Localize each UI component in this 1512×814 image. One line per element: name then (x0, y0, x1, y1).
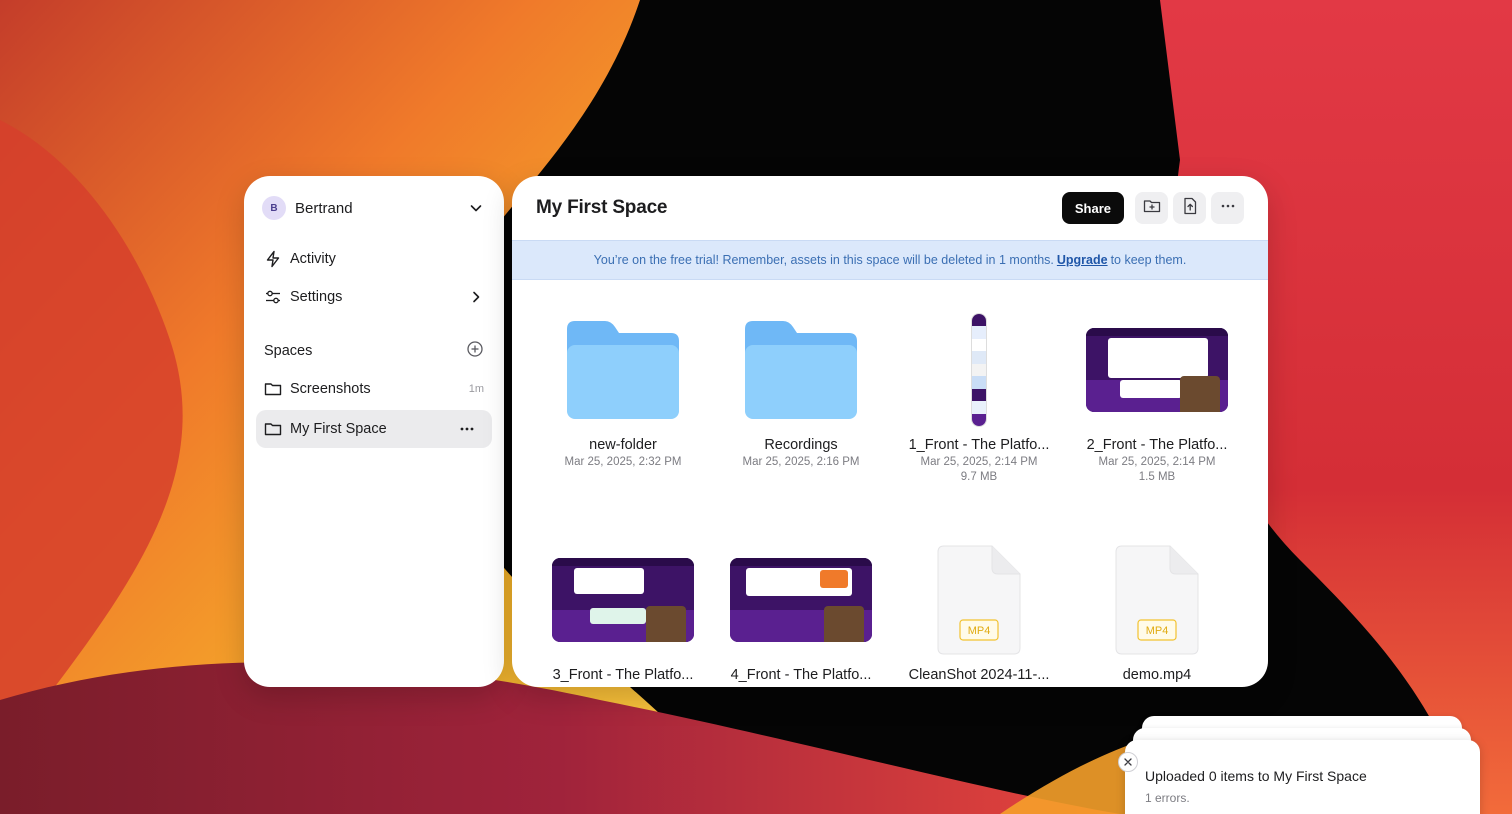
toast-subtitle: 1 errors. (1145, 791, 1190, 805)
asset-date: Mar 25, 2025, 2:14 PM (1098, 456, 1216, 468)
banner-text-end: to keep them. (1110, 253, 1187, 267)
folder-icon (264, 420, 282, 438)
sidebar-item-label: Activity (290, 251, 336, 267)
asset-name: 3_Front - The Platfo... (552, 667, 694, 683)
sidebar-item-my-first-space[interactable]: My First Space (256, 410, 492, 448)
image-thumbnail (716, 540, 886, 660)
asset-date: Mar 25, 2025, 2:16 PM (742, 456, 860, 468)
banner-text: You’re on the free trial! Remember, asse… (593, 253, 1054, 267)
asset-size: 9.7 MB (960, 471, 998, 483)
asset-name: 4_Front - The Platfo... (730, 667, 872, 683)
folder-icon (567, 321, 679, 419)
asset-date: Mar 25, 2025, 2:32 PM (564, 456, 682, 468)
sidebar-item-settings[interactable]: Settings (256, 278, 492, 316)
asset-grid: new-folder Mar 25, 2025, 2:32 PM Recordi… (512, 280, 1268, 687)
sliders-icon (264, 288, 282, 306)
sidebar-item-label: Settings (290, 289, 343, 305)
image-thumbnail (538, 540, 708, 660)
screenshot-preview (552, 558, 694, 642)
sidebar-item-label: My First Space (290, 421, 387, 437)
sidebar-item-label: Screenshots (290, 381, 371, 397)
screenshot-preview (1086, 328, 1228, 412)
asset-tile[interactable]: 4_Front - The Platfo... (716, 540, 886, 683)
folder-icon (745, 321, 857, 419)
share-button[interactable]: Share (1061, 192, 1124, 224)
asset-name: Recordings (764, 437, 838, 453)
sidebar-item-activity[interactable]: Activity (256, 240, 492, 278)
account-name: Bertrand (295, 199, 353, 217)
more-options-button[interactable] (1211, 192, 1244, 224)
account-switcher[interactable]: B Bertrand (256, 188, 492, 228)
free-trial-banner: You’re on the free trial! Remember, asse… (512, 240, 1268, 280)
close-icon (1124, 758, 1132, 766)
chevron-right-icon (468, 289, 484, 305)
more-horizontal-icon[interactable] (458, 420, 476, 438)
screenshot-preview (730, 558, 872, 642)
folder-icon (264, 380, 282, 398)
video-thumbnail: MP4 (1072, 540, 1242, 660)
asset-tile[interactable]: new-folder Mar 25, 2025, 2:32 PM (538, 310, 708, 468)
space-header: My First Space Share (512, 176, 1268, 240)
asset-name: CleanShot 2024-11-... (908, 667, 1050, 683)
asset-tile[interactable]: MP4 demo.mp4 (1072, 540, 1242, 683)
asset-tile[interactable]: 1_Front - The Platfo... Mar 25, 2025, 2:… (894, 310, 1064, 483)
upload-toast: Uploaded 0 items to My First Space 1 err… (1118, 740, 1480, 814)
tall-page-preview (971, 313, 987, 427)
asset-tile[interactable]: 2_Front - The Platfo... Mar 25, 2025, 2:… (1072, 310, 1242, 483)
page-title: My First Space (536, 197, 668, 218)
upload-toast-stack: Uploaded 0 items to My First Space 1 err… (1118, 716, 1485, 814)
new-folder-button[interactable] (1135, 192, 1168, 224)
add-space-icon[interactable] (466, 340, 484, 362)
sidebar-item-timestamp: 1m (468, 383, 484, 395)
folder-thumbnail (538, 310, 708, 430)
asset-tile[interactable]: Recordings Mar 25, 2025, 2:16 PM (716, 310, 886, 468)
asset-name: 1_Front - The Platfo... (908, 437, 1050, 453)
image-thumbnail (894, 310, 1064, 430)
asset-name: new-folder (589, 437, 657, 453)
close-toast-button[interactable] (1118, 752, 1138, 772)
video-thumbnail: MP4 (894, 540, 1064, 660)
avatar: B (262, 196, 286, 220)
toast-title: Uploaded 0 items to My First Space (1145, 768, 1367, 784)
space-content-panel: My First Space Share You’re on the free … (512, 176, 1268, 687)
asset-name: 2_Front - The Platfo... (1086, 437, 1228, 453)
lightning-icon (264, 250, 282, 268)
asset-size: 1.5 MB (1138, 471, 1176, 483)
upgrade-link[interactable]: Upgrade (1057, 253, 1108, 267)
asset-tile[interactable]: MP4 CleanShot 2024-11-... (894, 540, 1064, 683)
asset-date: Mar 25, 2025, 2:14 PM (920, 456, 1038, 468)
sidebar-panel: B Bertrand Activity Settings Spaces Scre… (244, 176, 504, 687)
upload-file-button[interactable] (1173, 192, 1206, 224)
folder-thumbnail (716, 310, 886, 430)
asset-name: demo.mp4 (1122, 667, 1192, 683)
file-upload-icon (1181, 197, 1199, 220)
folder-plus-icon (1143, 197, 1161, 220)
spaces-heading: Spaces (264, 343, 313, 359)
more-horizontal-icon (1219, 197, 1237, 220)
chevron-down-icon (468, 200, 484, 216)
video-file-icon: MP4 (1115, 545, 1199, 655)
video-file-icon: MP4 (937, 545, 1021, 655)
image-thumbnail (1072, 310, 1242, 430)
mp4-badge: MP4 (968, 625, 991, 637)
spaces-section-header: Spaces (256, 332, 492, 370)
asset-tile[interactable]: 3_Front - The Platfo... (538, 540, 708, 683)
sidebar-item-screenshots[interactable]: Screenshots 1m (256, 370, 492, 408)
mp4-badge: MP4 (1146, 625, 1169, 637)
